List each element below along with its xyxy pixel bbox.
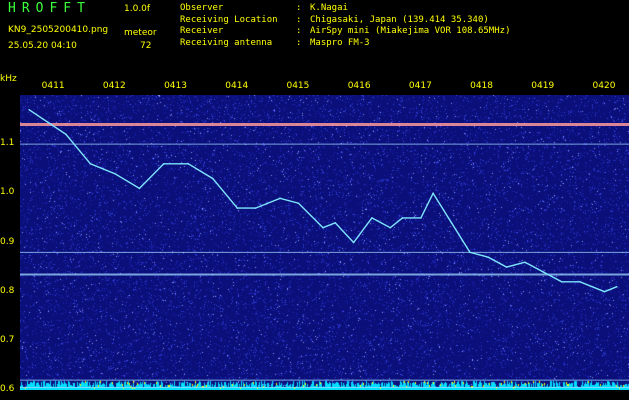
info-row-antenna: Receiving antenna: Maspro FM-3 <box>180 38 510 50</box>
info-sep: : <box>296 14 302 25</box>
y-tick-label: 0.8 <box>0 285 15 296</box>
info-key: Observer <box>180 3 224 13</box>
trace-point <box>114 172 116 175</box>
trace-point <box>279 197 281 200</box>
trace-point <box>615 285 618 288</box>
trace-point <box>420 217 422 219</box>
header-panel: HROFFT 1.0.0f KN9_2505200410.png meteor … <box>0 0 629 91</box>
info-value: Chigasaki, Japan (139.414 35.340) <box>310 14 489 25</box>
trace-point <box>603 290 606 293</box>
trace-point <box>28 108 30 111</box>
info-value: Maspro FM-3 <box>310 37 370 48</box>
mode-label: meteor <box>124 28 157 38</box>
trace-point <box>560 281 563 283</box>
trace-point <box>236 207 239 209</box>
trace-point <box>65 133 67 136</box>
version-label: 1.0.0f <box>124 4 151 14</box>
info-row-receiver: Receiver: AirSpy mini (Miakejima VOR 108.… <box>180 26 510 38</box>
trace-point <box>579 281 581 283</box>
trace-point <box>334 222 337 224</box>
trace-point <box>89 163 92 165</box>
app-title: HROFFT <box>8 1 91 16</box>
station-info: Observer: K.Nagai Receiving Location: Chig… <box>180 3 510 49</box>
info-key: Receiver <box>180 26 224 36</box>
trace-point <box>138 187 141 190</box>
trace-point <box>524 261 526 263</box>
trace-point <box>211 177 214 180</box>
info-row-observer: Observer: K.Nagai <box>180 3 510 15</box>
spectrogram-overlay <box>20 108 629 389</box>
trace-point <box>389 226 392 229</box>
trace-point <box>505 266 508 268</box>
trace-point <box>401 217 404 219</box>
info-value: K.Nagai <box>310 3 348 13</box>
trace-point <box>297 202 300 204</box>
info-sep: : <box>296 26 302 36</box>
y-tick-label: 1.1 <box>0 138 15 149</box>
trace-point <box>432 192 434 195</box>
y-tick-label: 0.9 <box>0 236 15 247</box>
trace-point <box>487 256 490 259</box>
trace-point <box>254 207 257 209</box>
info-key: Receiving Location <box>180 14 278 25</box>
count-label: 72 <box>140 41 152 51</box>
trace-point <box>542 271 545 273</box>
trace-point <box>352 241 355 244</box>
info-sep: : <box>296 3 302 13</box>
info-row-location: Receiving Location: Chigasaki, Japan (139… <box>180 15 510 27</box>
spectrogram: 1.1 1.0 0.9 0.8 0.7 0.6 <box>0 80 629 400</box>
doppler-trace <box>28 109 618 293</box>
trace-point <box>450 222 453 224</box>
trace-point <box>371 217 373 219</box>
trace-point <box>187 163 190 165</box>
y-tick-label: 0.6 <box>0 384 15 394</box>
trace-point <box>163 163 165 165</box>
info-value: AirSpy mini (Miakejima VOR 108.65MHz) <box>310 26 511 36</box>
info-key: Receiving antenna <box>180 37 273 48</box>
trace-point <box>322 226 324 229</box>
datetime-label: 25.05.20 04:10 <box>8 41 77 51</box>
y-tick-label: 1.0 <box>0 187 15 198</box>
spectrogram-plot <box>20 95 629 390</box>
filename-label: KN9_2505200410.png <box>8 25 109 35</box>
info-sep: : <box>296 37 302 48</box>
y-tick-label: 0.7 <box>0 334 15 345</box>
trace-point <box>469 251 471 254</box>
